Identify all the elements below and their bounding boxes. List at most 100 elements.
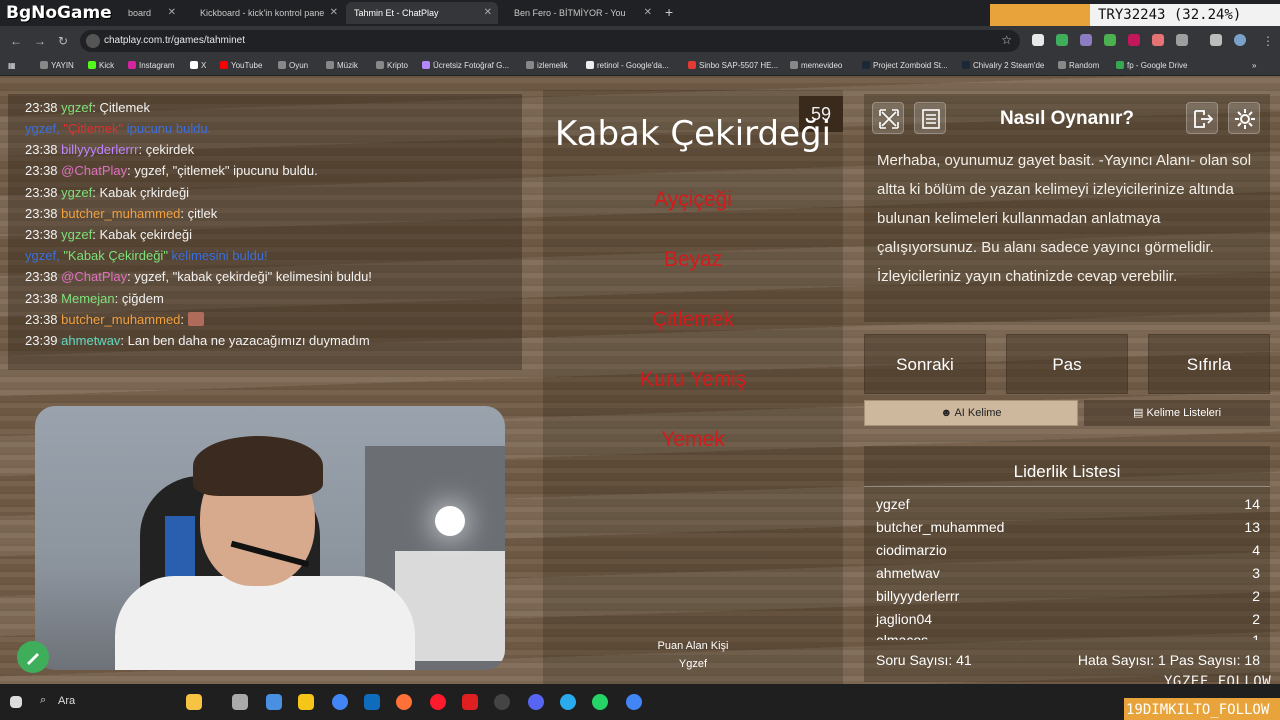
bookmark-label: Kripto bbox=[387, 61, 408, 70]
puzzle-icon[interactable] bbox=[1176, 34, 1188, 46]
extension-icon[interactable] bbox=[1104, 34, 1116, 46]
chat-message: 23:38 @ChatPlay: ygzef, "çitlemek" ipucu… bbox=[25, 163, 318, 178]
chat-user: butcher_muhammed bbox=[61, 312, 181, 327]
word-lists-button[interactable]: ▤ Kelime Listeleri bbox=[1084, 400, 1270, 426]
logout-button[interactable] bbox=[1186, 102, 1218, 134]
discord-icon[interactable] bbox=[528, 694, 544, 710]
chat-highlight: "Kabak Çekirdeği" bbox=[63, 248, 168, 263]
close-icon[interactable]: ✕ bbox=[168, 7, 176, 18]
chat-text: : Kabak çekirdeği bbox=[92, 227, 192, 242]
chat-user: ygzef bbox=[61, 100, 93, 115]
chrome-icon[interactable] bbox=[332, 694, 348, 710]
leaderboard-stats: Soru Sayısı: 41 Hata Sayısı: 1 Pas Sayıs… bbox=[876, 652, 1260, 668]
close-icon[interactable]: ✕ bbox=[330, 7, 338, 18]
chat-user: ygzef, bbox=[25, 121, 60, 136]
leaderboard-row: ahmetwav 3 bbox=[876, 565, 1260, 581]
pass-button[interactable]: Pas bbox=[1006, 334, 1128, 394]
bookmark-item[interactable]: memevideo bbox=[790, 61, 842, 70]
leaderboard-row: ciodimarzio 4 bbox=[876, 542, 1260, 558]
bookmark-item[interactable]: Kick bbox=[88, 61, 114, 70]
bookmark-item[interactable]: Kripto bbox=[376, 61, 408, 70]
task-view-icon[interactable] bbox=[232, 694, 248, 710]
chat-text: ipucunu buldu. bbox=[123, 121, 212, 136]
next-button[interactable]: Sonraki bbox=[864, 334, 986, 394]
pencil-icon[interactable] bbox=[17, 641, 49, 673]
copilot-icon[interactable] bbox=[186, 694, 202, 710]
obs-icon[interactable] bbox=[494, 694, 510, 710]
bookmark-item[interactable]: Project Zomboid St... bbox=[862, 61, 948, 70]
file-explorer-icon[interactable] bbox=[298, 694, 314, 710]
bookmark-item[interactable]: Chivalry 2 Steam'de bbox=[962, 61, 1044, 70]
bookmark-item[interactable]: Müzik bbox=[326, 61, 358, 70]
taskbar-search[interactable]: ⌕ Ara bbox=[34, 690, 174, 714]
profile-avatar-icon[interactable] bbox=[1234, 34, 1246, 46]
bookmark-item[interactable]: YouTube bbox=[220, 61, 262, 70]
chrome-icon[interactable] bbox=[626, 694, 642, 710]
extension-icon[interactable] bbox=[1056, 34, 1068, 46]
firefox-icon[interactable] bbox=[396, 694, 412, 710]
extension-icon[interactable] bbox=[1032, 34, 1044, 46]
bookmark-item[interactable]: fp - Google Drive bbox=[1116, 61, 1187, 70]
kick-icon bbox=[88, 61, 96, 69]
app-icon[interactable] bbox=[266, 694, 282, 710]
chat-time: 23:38 bbox=[25, 142, 58, 157]
forward-icon[interactable]: → bbox=[34, 34, 46, 48]
bookmark-item[interactable]: Sinbo SAP-5507 HE... bbox=[688, 61, 778, 70]
reset-button[interactable]: Sıfırla bbox=[1148, 334, 1270, 394]
whatsapp-icon[interactable] bbox=[592, 694, 608, 710]
how-to-play-text: Merhaba, oyunumuz gayet basit. -Yayıncı … bbox=[877, 152, 1252, 285]
more-icon[interactable]: ⋮ bbox=[1262, 34, 1274, 48]
player-score: 1 bbox=[1252, 632, 1260, 640]
chat-text: kelimesini buldu! bbox=[167, 248, 268, 263]
url-text: chatplay.com.tr/games/tahminet bbox=[104, 35, 245, 46]
bookmark-item[interactable]: YAYIN bbox=[40, 61, 74, 70]
extension-icon[interactable] bbox=[1080, 34, 1092, 46]
chat-panel: 23:38 ygzef: Çitlemek ygzef, "Çitlemek" … bbox=[8, 94, 522, 370]
bookmark-item[interactable]: Ücretsiz Fotoğraf G... bbox=[422, 61, 509, 70]
bookmark-item[interactable]: izlemelik bbox=[526, 61, 568, 70]
leaderboard-row: ygzef 14 bbox=[876, 496, 1260, 512]
close-icon[interactable]: ✕ bbox=[644, 7, 652, 18]
new-tab-icon[interactable]: + bbox=[665, 4, 673, 20]
apps-icon[interactable]: ▦ bbox=[8, 61, 16, 70]
extension-icon[interactable] bbox=[1152, 34, 1164, 46]
site-info-icon[interactable] bbox=[86, 34, 100, 48]
reload-icon[interactable]: ↻ bbox=[58, 34, 68, 48]
menu-list-icon[interactable] bbox=[1210, 34, 1222, 46]
chevron-right-icon[interactable]: » bbox=[1252, 61, 1256, 70]
taboo-word: Çitlemek bbox=[652, 308, 734, 331]
tab-tahmin-et[interactable]: Tahmin Et - ChatPlay ✕ bbox=[346, 2, 498, 24]
gear-icon bbox=[1235, 109, 1255, 129]
bookmark-label: YouTube bbox=[231, 61, 263, 70]
list-icon: ▤ bbox=[1132, 407, 1144, 419]
close-icon[interactable]: ✕ bbox=[484, 7, 492, 18]
bookmark-item[interactable]: Instagram bbox=[128, 61, 175, 70]
outlook-icon[interactable] bbox=[364, 694, 380, 710]
player-name: ahmetwav bbox=[876, 565, 940, 581]
bookmark-label: Project Zomboid St... bbox=[873, 61, 948, 70]
windows-start-icon[interactable] bbox=[10, 696, 22, 708]
bookmark-star-icon[interactable]: ☆ bbox=[1001, 33, 1012, 47]
telegram-icon[interactable] bbox=[560, 694, 576, 710]
taboo-word: Ayçiçeği bbox=[654, 188, 732, 211]
leaderboard-panel: Liderlik Listesi ygzef 14 butcher_muhamme… bbox=[864, 446, 1270, 682]
bookmark-item[interactable]: Random bbox=[1058, 61, 1099, 70]
app-icon[interactable] bbox=[462, 694, 478, 710]
scorer-name: Ygzef bbox=[678, 658, 708, 670]
folder-icon bbox=[326, 61, 334, 69]
tab-youtube[interactable]: Ben Fero - BİTMİYOR - You ✕ bbox=[506, 2, 658, 24]
chat-user: ygzef bbox=[61, 227, 93, 242]
player-score: 2 bbox=[1252, 611, 1260, 627]
ticker-overlay: TRY32243 (32.24%) bbox=[990, 4, 1280, 26]
bookmark-item[interactable]: Oyun bbox=[278, 61, 308, 70]
bookmark-item[interactable]: X bbox=[190, 61, 206, 70]
url-field[interactable]: chatplay.com.tr/games/tahminet ☆ bbox=[80, 30, 1020, 52]
opera-icon[interactable] bbox=[430, 694, 446, 710]
settings-button[interactable] bbox=[1228, 102, 1260, 134]
tab-kickboard[interactable]: Kickboard - kick'in kontrol pane ✕ bbox=[192, 2, 344, 24]
extension-icon[interactable] bbox=[1128, 34, 1140, 46]
player-name: ygzef bbox=[876, 496, 910, 512]
bookmark-item[interactable]: retinol - Google'da... bbox=[586, 61, 669, 70]
back-icon[interactable]: ← bbox=[10, 34, 22, 48]
ai-word-button[interactable]: ☻ AI Kelime bbox=[864, 400, 1078, 426]
